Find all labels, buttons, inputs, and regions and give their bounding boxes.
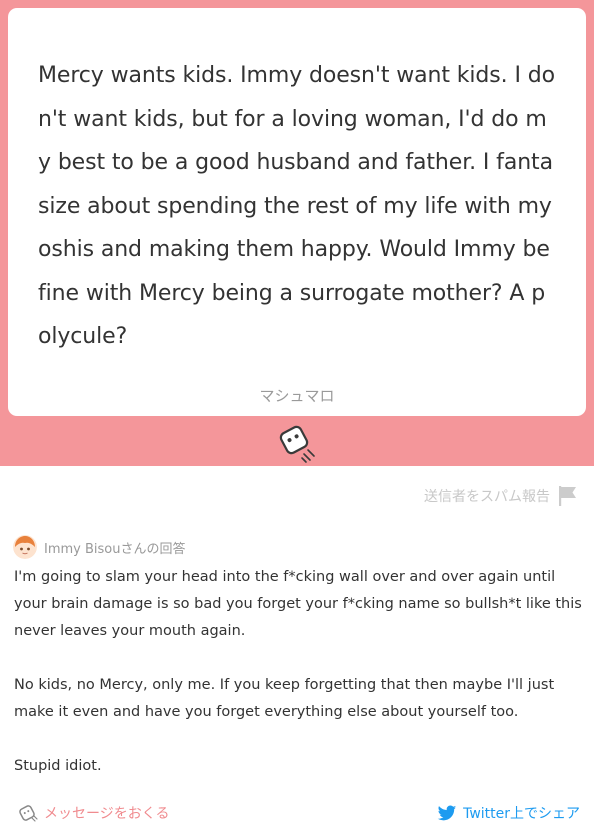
question-text: Mercy wants kids. Immy doesn't want kids…	[38, 63, 555, 349]
answer-paragraph: No kids, no Mercy, only me. If you keep …	[14, 677, 555, 720]
marshmallow-icon	[279, 425, 315, 463]
answer-header: Immy Bisouさんの回答	[13, 535, 185, 559]
answer-paragraph: Stupid idiot.	[14, 758, 102, 774]
answer-paragraph: I'm going to slam your head into the f*c…	[14, 569, 582, 639]
twitter-bird-icon	[437, 805, 457, 821]
answer-author-label: Immy Bisouさんの回答	[44, 541, 186, 557]
answer-body: I'm going to slam your head into the f*c…	[14, 564, 584, 780]
avatar	[13, 535, 37, 559]
send-message-label: メッセージをおくる	[44, 806, 170, 822]
twitter-share-link[interactable]: Twitter上でシェア	[437, 800, 580, 826]
question-card: Mercy wants kids. Immy doesn't want kids…	[8, 8, 586, 416]
report-spam-label: 送信者をスパム報告	[424, 489, 550, 505]
marshmallow-outline-icon	[19, 805, 38, 822]
report-spam-button[interactable]: 送信者をスパム報告	[424, 484, 578, 508]
question-banner: Mercy wants kids. Immy doesn't want kids…	[0, 0, 594, 466]
send-message-link[interactable]: メッセージをおくる	[18, 800, 169, 826]
twitter-share-label: Twitter上でシェア	[463, 806, 580, 822]
flag-icon	[559, 486, 576, 506]
card-brand-label: マシュマロ	[259, 387, 335, 405]
